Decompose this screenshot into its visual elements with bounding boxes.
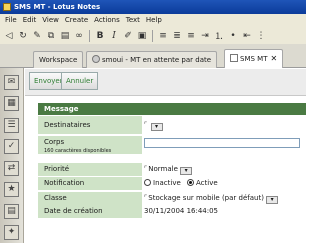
calendar-icon[interactable]: ▦ [4,96,19,111]
toolbar: ◁ ↻ ✎ ⧉ ▤ ∞ B I ✐ ▣ ≡ ≣ ≡ ⇥ ⒈ • ⇤ ⋮ [0,27,306,44]
created-value: 30/11/2004 16:44:05 [144,207,219,215]
row-body: Corps 160 caractères disponibles [38,136,306,154]
cancel-button[interactable]: Annuler [61,72,99,90]
body-input[interactable] [144,138,300,148]
radio-inactive[interactable] [144,179,151,186]
toolbar-separator [152,29,153,42]
created-label: Date de création [38,205,142,218]
body-label: Corps [44,138,65,146]
align-right-icon[interactable]: ≡ [185,30,197,42]
back-icon[interactable]: ◁ [3,30,15,42]
close-icon[interactable]: ✕ [270,54,277,63]
bold-icon[interactable]: B [94,30,106,42]
address-book-icon[interactable]: ☰ [4,118,19,133]
field-corner-icon: ⌜ [144,121,148,129]
priority-field[interactable]: ⌜Normale ▾ [144,163,306,176]
body-label-cell: Corps 160 caractères disponibles [38,136,142,154]
recipients-label: Destinataires [38,116,142,134]
action-bar: Envoyer Annuler [25,69,306,96]
dropdown-arrow-icon[interactable]: ▾ [150,123,163,131]
bullet-list-icon[interactable]: • [227,30,239,42]
menu-text[interactable]: Text [123,14,143,27]
pen-icon[interactable]: ✐ [122,30,134,42]
mail-icon[interactable]: ✉ [4,75,19,90]
menu-help[interactable]: Help [143,14,165,27]
menu-edit[interactable]: Edit [20,14,40,27]
menu-actions[interactable]: Actions [91,14,123,27]
numbered-list-icon[interactable]: ⒈ [213,30,225,42]
body-char-count: 160 caractères disponibles [44,148,112,154]
window-title: SMS MT - Lotus Notes [14,3,101,11]
row-notification: Notification Inactive Active [38,177,306,190]
align-left-icon[interactable]: ≡ [157,30,169,42]
databases-icon[interactable]: ▤ [4,204,19,219]
dropdown-arrow-icon[interactable]: ▾ [266,196,279,204]
align-center-icon[interactable]: ≣ [171,30,183,42]
radio-active-label[interactable]: Active [196,179,218,187]
italic-icon[interactable]: I [108,30,120,42]
radio-active[interactable] [187,179,195,186]
row-created: Date de création 30/11/2004 16:44:05 [38,205,306,218]
favorites-icon[interactable]: ★ [4,182,19,197]
row-priority: Priorité ⌜Normale ▾ [38,163,306,176]
radio-inactive-label[interactable]: Inactive [153,179,181,187]
outdent-icon[interactable]: ⇤ [241,30,253,42]
priority-value[interactable]: Normale [148,165,178,173]
paste-icon[interactable]: ▤ [59,30,71,42]
class-label: Classe [38,192,142,205]
class-field[interactable]: ⌜Stockage sur mobile (par défaut) ▾ [144,192,306,205]
sms-form: Message Destinataires ⌜ ▾ Corps 160 cara… [38,103,306,243]
row-recipients: Destinataires ⌜ ▾ [38,116,306,134]
copy-icon[interactable]: ⧉ [45,30,57,42]
bookmark-bar: ✉ ▦ ☰ ✓ ⇄ ★ ▤ ✦ [0,68,24,243]
replicator-icon[interactable]: ⇄ [4,161,19,176]
field-corner-icon: ⌜ [144,194,148,202]
dropdown-arrow-icon[interactable]: ▾ [180,167,193,175]
row-class: Classe ⌜Stockage sur mobile (par défaut)… [38,192,306,205]
field-corner-icon: ⌜ [144,165,148,173]
window-titlebar: SMS MT - Lotus Notes [0,0,306,14]
refresh-icon[interactable]: ↻ [17,30,29,42]
highlight-icon[interactable]: ▣ [136,30,148,42]
tab-workspace-label: Workspace [39,56,78,64]
document-icon [230,54,238,62]
menu-file[interactable]: File [2,14,20,27]
link-icon[interactable]: ∞ [73,30,85,42]
body-field-cell [144,136,306,154]
menu-bar: File Edit View Create Actions Text Help [0,14,306,27]
tab-mt-en-attente[interactable]: smoui - MT en attente par date [86,51,218,68]
section-header-message: Message [38,103,306,115]
todo-icon[interactable]: ✓ [4,139,19,154]
priority-label: Priorité [38,163,142,176]
recipients-field[interactable]: ⌜ ▾ [144,116,306,134]
menu-create[interactable]: Create [62,14,91,27]
tab-mt-label: smoui - MT en attente par date [102,56,212,64]
notification-field: Inactive Active [144,177,306,190]
tab-sms-mt-label: SMS MT [240,55,268,63]
class-value[interactable]: Stockage sur mobile (par défaut) [148,194,264,202]
more-icon[interactable]: ⋮ [255,30,267,42]
tab-workspace[interactable]: Workspace [33,51,84,68]
view-icon [92,55,100,63]
menu-view[interactable]: View [39,14,62,27]
notification-label: Notification [38,177,142,190]
indent-icon[interactable]: ⇥ [199,30,211,42]
lotus-notes-app-icon [3,3,11,11]
edit-icon[interactable]: ✎ [31,30,43,42]
toolbar-separator [89,29,90,42]
more-bookmarks-icon[interactable]: ✦ [4,225,19,240]
tab-sms-mt[interactable]: SMS MT ✕ [224,49,284,68]
tab-row: Workspace smoui - MT en attente par date… [0,44,306,68]
